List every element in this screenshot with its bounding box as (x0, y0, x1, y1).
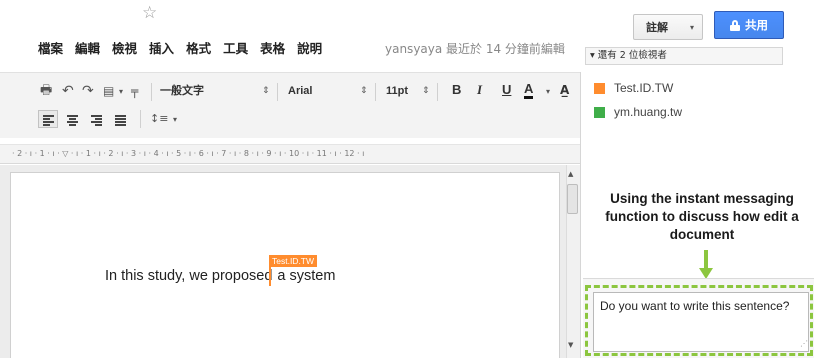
chevron-down-icon[interactable]: ▾ (173, 112, 177, 128)
menu-help[interactable]: 說明 (297, 40, 322, 58)
select-arrows-icon: ⇕ (422, 86, 430, 96)
last-edit-status[interactable]: yansyaya 最近於 14 分鐘前編輯 (385, 40, 565, 58)
document-paragraph[interactable]: In this study, we proposed a system (105, 266, 335, 286)
toolbar-divider (375, 83, 376, 101)
paint-format-icon[interactable]: ╤ (131, 83, 138, 99)
align-center-button[interactable] (62, 110, 82, 128)
chevron-down-icon[interactable]: ▾ (546, 84, 550, 100)
toolbar-divider (151, 83, 152, 101)
redo-icon[interactable]: ↷ (82, 83, 94, 99)
toolbar-divider (437, 83, 438, 101)
scrollbar-thumb[interactable] (567, 184, 578, 214)
collaborator-cursor (269, 266, 271, 286)
menu-table[interactable]: 表格 (260, 40, 285, 58)
menu-bar: 檔案 編輯 檢視 插入 格式 工具 表格 說明 (38, 40, 334, 58)
italic-button[interactable]: I (477, 82, 482, 98)
align-justify-button[interactable] (110, 110, 130, 128)
comments-button-label: 註解 (646, 21, 668, 34)
menu-insert[interactable]: 插入 (149, 40, 174, 58)
scroll-down-icon[interactable]: ▼ (568, 341, 573, 349)
collaborator-cursor-label: Test.ID.TW (269, 255, 318, 267)
lock-icon (730, 19, 740, 31)
scroll-up-icon[interactable]: ▲ (568, 170, 573, 178)
align-right-button[interactable] (86, 110, 106, 128)
share-button[interactable]: 共用 (714, 11, 784, 39)
highlight-color-icon[interactable]: A̲ (560, 82, 569, 98)
user-color-swatch (594, 106, 605, 118)
chat-message-input[interactable]: Do you want to write this sentence? (593, 292, 809, 352)
font-size-select[interactable]: 11pt (386, 83, 408, 99)
ruler[interactable]: · 2 · ı · 1 · ı · ▽ · ı · 1 · ı · 2 · ı … (0, 144, 580, 164)
line-spacing-icon[interactable]: ↕≡ (150, 111, 168, 127)
paste-icon[interactable]: ▤ (103, 83, 114, 99)
menu-view[interactable]: 檢視 (112, 40, 137, 58)
other-viewers-toggle[interactable]: ▾ 還有 2 位檢視者 (585, 47, 783, 65)
menu-edit[interactable]: 編輯 (75, 40, 100, 58)
menu-file[interactable]: 檔案 (38, 40, 63, 58)
select-arrows-icon: ⇕ (262, 86, 270, 96)
chevron-down-icon: ▾ (689, 22, 694, 32)
star-icon[interactable]: ☆ (142, 2, 157, 24)
font-select[interactable]: Arial (288, 83, 312, 99)
underline-button[interactable]: U (502, 82, 511, 98)
menu-format[interactable]: 格式 (186, 40, 211, 58)
toolbar: 🖶 ↶ ↷ ▤ ▾ ╤ 一般文字 ⇕ Arial ⇕ 11pt ⇕ B I U … (0, 72, 580, 138)
viewer-name: ym.huang.tw (614, 105, 683, 119)
bold-button[interactable]: B (452, 82, 461, 98)
chevron-down-icon[interactable]: ▾ (119, 84, 123, 100)
resize-grip-icon[interactable]: ⋰ (800, 339, 808, 348)
viewer-item: Test.ID.TW (594, 81, 673, 95)
document-text-before-cursor: In this study, we proposed (105, 268, 273, 284)
toolbar-divider (140, 110, 141, 128)
select-arrows-icon: ⇕ (360, 86, 368, 96)
annotation-arrow (704, 250, 708, 270)
undo-icon[interactable]: ↶ (62, 83, 74, 99)
viewer-name: Test.ID.TW (614, 81, 674, 95)
toolbar-divider (277, 83, 278, 101)
style-select[interactable]: 一般文字 (160, 83, 204, 99)
menu-tools[interactable]: 工具 (223, 40, 248, 58)
comments-button[interactable]: 註解 ▾ (633, 14, 703, 40)
document-text-after-cursor: a system (277, 268, 336, 284)
text-color-button[interactable]: A (524, 81, 534, 99)
print-icon[interactable]: 🖶 (40, 83, 52, 99)
align-left-button[interactable] (38, 110, 58, 128)
share-button-label: 共用 (745, 18, 768, 32)
user-color-swatch (594, 82, 605, 94)
viewer-item: ym.huang.tw (594, 105, 682, 119)
annotation-callout: Using the instant messaging function to … (605, 191, 799, 242)
